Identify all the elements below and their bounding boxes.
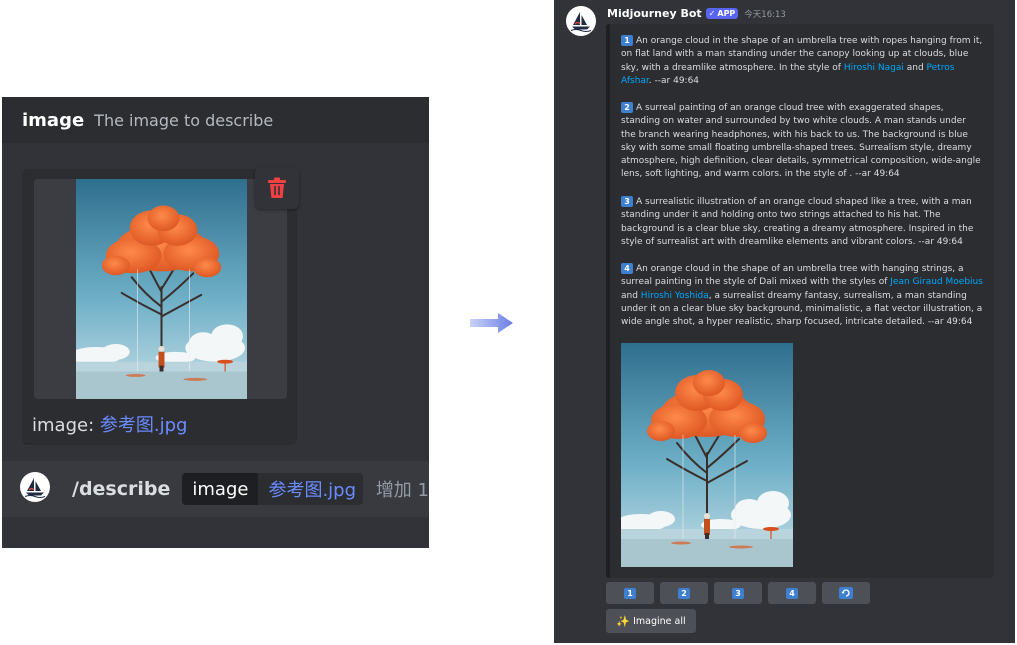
button-label: 1	[624, 587, 636, 599]
prompt-number: 1	[621, 35, 633, 46]
trash-icon	[268, 177, 286, 198]
refresh-button[interactable]	[822, 582, 870, 604]
slash-command-composer[interactable]: /describe image 参考图.jpg 增加 1	[2, 461, 429, 517]
magic-wand-icon: ✨	[616, 614, 631, 628]
embed-image[interactable]	[621, 343, 793, 567]
option-description: The image to describe	[94, 110, 274, 130]
prompt-text: and	[621, 290, 641, 301]
prompt-button-row: 1 2 3 4	[606, 582, 876, 604]
refresh-icon	[839, 587, 853, 599]
button-label: 3	[732, 587, 744, 599]
prompt-text: A surreal painting of an orange cloud tr…	[621, 103, 981, 180]
artist-link[interactable]: Jean Giraud Moebius	[890, 277, 983, 287]
app-badge-label: APP	[717, 9, 736, 18]
attachment-preview-frame	[34, 179, 287, 399]
command-parameter-pill[interactable]: image 参考图.jpg	[182, 473, 363, 505]
describe-command-panel: image The image to describe image: 参考图.j…	[2, 97, 429, 548]
parameter-key: image	[182, 473, 259, 505]
prompt-number: 4	[621, 263, 633, 274]
arrow-right-icon	[470, 313, 513, 333]
author-name[interactable]: Midjourney Bot	[607, 7, 702, 20]
imagine-all-label: Imagine all	[633, 615, 686, 627]
imagine-all-button[interactable]: ✨ Imagine all	[606, 609, 696, 633]
message-timestamp: 今天16:13	[744, 9, 786, 20]
message-header: Midjourney Bot ✓ APP 今天16:13	[607, 7, 786, 20]
button-label: 2	[678, 587, 690, 599]
prompt-text: . --ar 49:64	[648, 75, 700, 86]
prompt-button-2[interactable]: 2	[660, 582, 708, 604]
command-name: /describe	[72, 478, 171, 500]
remove-attachment-button[interactable]	[255, 167, 299, 209]
parameter-value[interactable]: 参考图.jpg	[258, 473, 362, 505]
artist-link[interactable]: Hiroshi Nagai	[844, 63, 904, 73]
prompt-number: 2	[621, 102, 633, 113]
prompt-option-2: 2A surreal painting of an orange cloud t…	[621, 102, 983, 182]
button-label: 4	[786, 587, 798, 599]
bot-message-panel: Midjourney Bot ✓ APP 今天16:13 1 An orange c…	[554, 0, 1015, 643]
attachment-label: image: 参考图.jpg	[32, 411, 187, 437]
midjourney-logo-icon	[20, 472, 50, 502]
attachment-prefix: image:	[32, 415, 100, 436]
prompt-button-3[interactable]: 3	[714, 582, 762, 604]
reference-image	[621, 343, 793, 567]
prompt-button-4[interactable]: 4	[768, 582, 816, 604]
command-option-header: image The image to describe	[2, 97, 429, 143]
bot-message-avatar[interactable]	[566, 6, 596, 40]
bot-avatar	[20, 472, 50, 506]
describe-result-embed: 1 An orange cloud in the shape of an umbr…	[606, 24, 994, 578]
app-badge: ✓ APP	[705, 8, 739, 19]
more-parameters-button[interactable]: 增加 1	[376, 476, 429, 502]
attachment-filename[interactable]: 参考图.jpg	[100, 415, 188, 436]
prompt-option-3: 3A surrealistic illustration of an orang…	[621, 196, 983, 249]
prompt-option-4: 4 An orange cloud in the shape of an umbr…	[621, 263, 983, 329]
prompt-option-1: 1 An orange cloud in the shape of an umbr…	[621, 35, 983, 88]
prompt-number: 3	[621, 196, 633, 207]
prompt-text: A surrealistic illustration of an orange…	[621, 197, 974, 247]
attachment-preview-image	[76, 179, 247, 399]
midjourney-avatar-icon	[566, 6, 596, 36]
artist-link[interactable]: Hiroshi Yoshida	[641, 291, 709, 301]
attachment-card[interactable]: image: 参考图.jpg	[22, 169, 297, 445]
comparison-stage: image The image to describe image: 参考图.j…	[0, 0, 1017, 645]
verified-check-icon: ✓	[708, 9, 716, 18]
prompt-text: and	[903, 62, 927, 73]
option-name: image	[22, 109, 85, 131]
prompt-button-1[interactable]: 1	[606, 582, 654, 604]
